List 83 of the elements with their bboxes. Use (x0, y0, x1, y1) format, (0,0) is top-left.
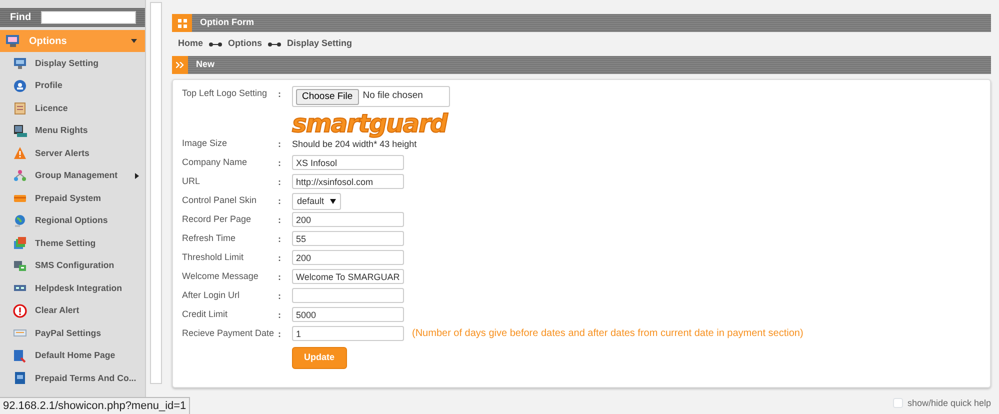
alert-icon (13, 304, 27, 318)
sidebar-item[interactable]: Display Setting (0, 52, 145, 74)
field-label: Image Size (182, 137, 228, 150)
monitor-icon (13, 56, 27, 70)
sidebar-item[interactable]: Licence (0, 97, 145, 120)
sidebar-item[interactable]: Menu Rights (0, 120, 145, 142)
find-field[interactable] (41, 11, 136, 24)
sidebar-item[interactable]: SMS Configuration (0, 254, 145, 277)
colon: : (278, 195, 282, 208)
colon: : (278, 271, 282, 284)
sidebar-item[interactable]: Theme Setting (0, 232, 145, 254)
choose-file-button[interactable]: Choose File (296, 88, 359, 104)
sidebar-item[interactable]: Helpdesk Integration (0, 277, 145, 300)
sidebar-item[interactable]: Group Management (0, 164, 145, 187)
field-label: Threshold Limit (182, 251, 245, 264)
colon: : (278, 157, 282, 170)
colon: : (278, 252, 282, 265)
sidebar-item[interactable]: Clear Alert (0, 300, 145, 322)
status-url: 92.168.2.1/showicon.php?menu_id=1 (0, 396, 190, 414)
file-status: No file chosen (362, 89, 423, 104)
field-label: Record Per Page (182, 213, 252, 226)
connector-icon (268, 42, 282, 46)
palette-icon (13, 236, 27, 250)
hint-text: (Number of days give before dates and after dates from current date in payment section) (412, 327, 804, 341)
input-field[interactable] (292, 288, 404, 303)
colon: : (278, 309, 282, 322)
colon: : (278, 328, 282, 341)
field-label: URL (182, 175, 202, 188)
field-label: After Login Url (182, 289, 241, 302)
field-label: Recieve Payment Date (182, 327, 276, 340)
input-field[interactable]: 1 (292, 326, 404, 341)
breadcrumb-link[interactable]: Display Setting (287, 37, 352, 51)
logo: smartguard (292, 111, 449, 136)
panel-title: Option Form (200, 16, 254, 30)
scrollbar[interactable] (150, 2, 162, 384)
colon: : (278, 88, 282, 101)
quick-help-label: show/hide quick help (907, 396, 991, 410)
user-icon (13, 78, 27, 93)
colon: : (278, 214, 282, 227)
colon: : (278, 233, 282, 246)
input-field[interactable]: 200 (292, 212, 404, 227)
warning-icon (13, 146, 27, 160)
sidebar-item[interactable]: Default Home Page (0, 344, 145, 367)
field-label: Refresh Time (182, 232, 237, 245)
sms-icon (13, 258, 27, 273)
double-chevron-icon (176, 62, 184, 68)
input-field[interactable]: http://xsinfosol.com (292, 174, 404, 189)
input-field[interactable]: Welcome To SMARGUAR (292, 269, 404, 284)
find-label: Find (10, 11, 32, 25)
section-title: New (196, 58, 215, 72)
field-label: Credit Limit (182, 308, 229, 321)
field-label: Company Name (182, 156, 248, 169)
input-field[interactable]: 5000 (292, 307, 404, 322)
sidebar-item[interactable]: Profile (0, 74, 145, 97)
caret-icon (330, 199, 336, 204)
input-field[interactable]: 200 (292, 250, 404, 265)
sidebar-item[interactable]: Prepaid System (0, 187, 145, 210)
sidebar-item[interactable]: Regional Options (0, 210, 145, 232)
sidebar-item[interactable]: PayPal Settings (0, 322, 145, 344)
colon: : (278, 138, 282, 151)
breadcrumb-link[interactable]: Options (228, 37, 262, 51)
grid-icon (178, 18, 186, 28)
field-label: Welcome Message (182, 270, 260, 283)
field-label: Top Left Logo Setting (182, 87, 268, 100)
globe-icon (13, 214, 27, 228)
group-icon (13, 168, 27, 183)
document-icon (13, 371, 27, 386)
field-label: Control Panel Skin (182, 194, 258, 207)
clipboard-icon (13, 101, 27, 116)
input-field[interactable]: XS Infosol (292, 155, 404, 170)
input-field[interactable]: 55 (292, 231, 404, 246)
colon: : (278, 290, 282, 303)
colon: : (278, 176, 282, 189)
computer-icon (13, 124, 27, 138)
field-value: Should be 204 width* 43 height (292, 138, 417, 151)
options-label: Options (29, 34, 68, 48)
sidebar-item[interactable]: Prepaid Terms And Co... (0, 367, 145, 390)
skin-dropdown[interactable]: default (292, 193, 342, 210)
connector-icon (209, 42, 222, 46)
quick-help-checkbox[interactable] (893, 398, 904, 408)
monitor-icon (5, 34, 21, 48)
sidebar-item[interactable]: Server Alerts (0, 142, 145, 164)
breadcrumb-link[interactable]: Home (178, 37, 204, 51)
